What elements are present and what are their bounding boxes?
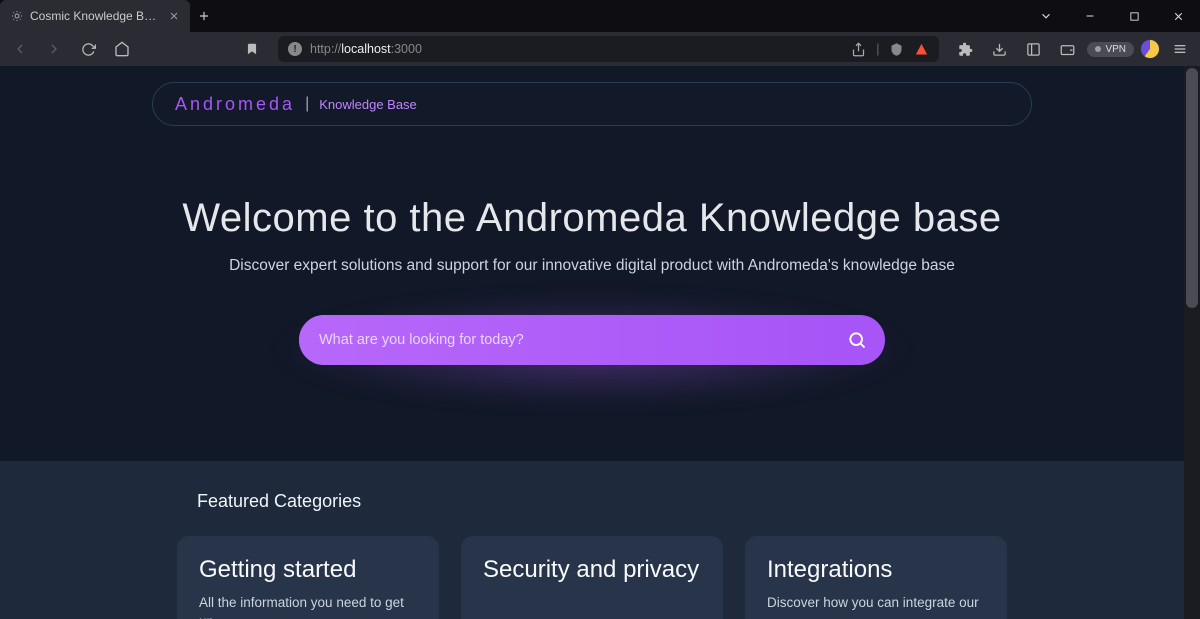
- extensions-icon[interactable]: [951, 35, 979, 63]
- site-header-pill: Andromeda | Knowledge Base: [152, 82, 1032, 126]
- nav-home-button[interactable]: [108, 35, 136, 63]
- nav-forward-button[interactable]: [40, 35, 68, 63]
- featured-section: Featured Categories Getting started All …: [0, 461, 1184, 619]
- tab-favicon: [10, 9, 24, 23]
- vpn-badge[interactable]: VPN: [1087, 42, 1134, 57]
- brand-name[interactable]: Andromeda: [175, 94, 295, 115]
- downloads-icon[interactable]: [985, 35, 1013, 63]
- tab-close-icon[interactable]: [168, 10, 180, 22]
- hero-subtitle: Discover expert solutions and support fo…: [0, 257, 1184, 275]
- card-title: Security and privacy: [483, 556, 701, 584]
- window-minimize-button[interactable]: [1068, 0, 1112, 32]
- browser-tab-active[interactable]: Cosmic Knowledge Base - Expert: [0, 0, 190, 32]
- featured-heading: Featured Categories: [197, 491, 1007, 512]
- card-desc: All the information you need to get up: [199, 594, 417, 619]
- browser-toolbar: ! http://localhost:3000 | VPN: [0, 32, 1200, 66]
- hero-search-button[interactable]: [835, 320, 879, 360]
- sidebar-icon[interactable]: [1019, 35, 1047, 63]
- hero-search-bar: [299, 315, 885, 365]
- window-dropdown-icon[interactable]: [1024, 0, 1068, 32]
- nav-back-button[interactable]: [6, 35, 34, 63]
- nav-reload-button[interactable]: [74, 35, 102, 63]
- card-desc: Discover how you can integrate our: [767, 594, 985, 613]
- site-info-icon[interactable]: !: [288, 42, 302, 56]
- category-card-getting-started[interactable]: Getting started All the information you …: [177, 536, 439, 619]
- browser-tab-strip: Cosmic Knowledge Base - Expert: [0, 0, 1200, 32]
- category-card-integrations[interactable]: Integrations Discover how you can integr…: [745, 536, 1007, 619]
- category-card-security[interactable]: Security and privacy: [461, 536, 723, 619]
- app-menu-icon[interactable]: [1166, 35, 1194, 63]
- wallet-icon[interactable]: [1053, 35, 1081, 63]
- page-viewport: Andromeda | Knowledge Base Welcome to th…: [0, 66, 1200, 619]
- brand-subtitle: Knowledge Base: [319, 97, 417, 112]
- url-text: http://localhost:3000: [310, 42, 422, 56]
- brave-shields-icon[interactable]: [889, 42, 904, 57]
- hero-search-input[interactable]: [299, 315, 835, 365]
- search-icon: [847, 330, 867, 350]
- brave-rewards-icon[interactable]: [914, 42, 929, 57]
- url-bar[interactable]: ! http://localhost:3000 |: [278, 36, 939, 62]
- tab-title: Cosmic Knowledge Base - Expert: [30, 9, 162, 23]
- hero-title: Welcome to the Andromeda Knowledge base: [0, 196, 1184, 241]
- profile-avatar[interactable]: [1140, 39, 1160, 59]
- share-icon[interactable]: [851, 42, 866, 57]
- scrollbar-thumb[interactable]: [1186, 68, 1198, 308]
- hero-section: Welcome to the Andromeda Knowledge base …: [0, 196, 1184, 365]
- card-title: Integrations: [767, 556, 985, 584]
- window-close-button[interactable]: [1156, 0, 1200, 32]
- window-maximize-button[interactable]: [1112, 0, 1156, 32]
- new-tab-button[interactable]: [190, 9, 218, 23]
- bookmark-icon[interactable]: [238, 35, 266, 63]
- card-title: Getting started: [199, 556, 417, 584]
- vertical-scrollbar[interactable]: [1184, 66, 1200, 619]
- brand-separator: |: [305, 95, 309, 113]
